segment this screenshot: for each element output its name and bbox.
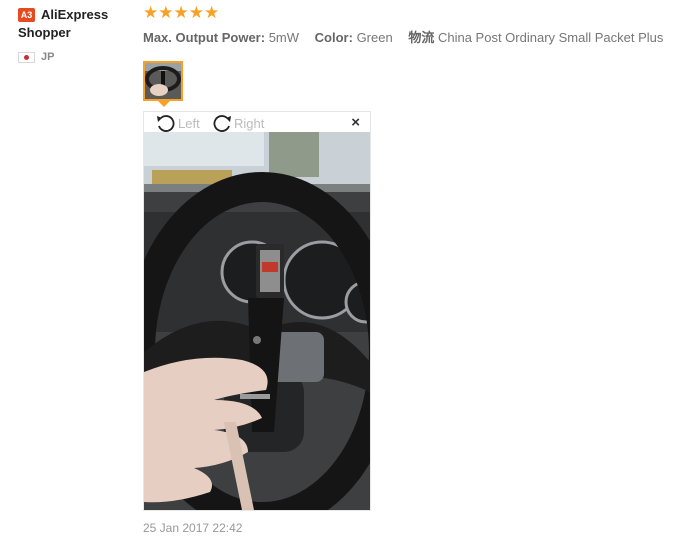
property-value: Green	[356, 30, 393, 45]
photo-viewer: Left Right ×	[143, 111, 371, 511]
property-shipping: 物流 China Post Ordinary Small Packet Plus	[408, 30, 664, 46]
rotate-left-label: Left	[178, 115, 200, 131]
close-icon[interactable]: ×	[351, 115, 360, 131]
property-value: 5mW	[268, 30, 300, 45]
rotate-left-button[interactable]: Left	[155, 113, 200, 133]
property-label: Max. Output Power:	[143, 30, 266, 45]
rotate-right-icon	[213, 115, 231, 132]
thumbnail-image	[145, 63, 181, 99]
thumbnail-selected-caret	[158, 101, 170, 107]
country-code: JP	[41, 51, 55, 63]
reviewer-country: JP	[18, 51, 138, 63]
japan-flag-icon	[18, 51, 35, 63]
review-photo-thumbnail[interactable]	[143, 61, 183, 101]
product-properties: Max. Output Power: 5mW Color: Green 物流 C…	[143, 27, 683, 46]
property-power: Max. Output Power: 5mW	[143, 30, 303, 45]
property-label: 物流	[408, 31, 435, 46]
star-rating: ★★★★★	[143, 3, 220, 22]
property-value: China Post Ordinary Small Packet Plus	[437, 30, 664, 45]
avatar: A3	[18, 8, 35, 22]
photo-viewer-toolbar: Left Right ×	[144, 112, 370, 134]
reviewer-info: A3 AliExpress Shopper JP	[18, 6, 138, 63]
property-label: Color:	[314, 30, 353, 45]
rotate-right-label: Right	[234, 115, 265, 131]
property-color: Color: Green	[315, 30, 397, 45]
review-body: ★★★★★ Max. Output Power: 5mW Color: Gree…	[143, 3, 683, 47]
review-photo	[144, 132, 370, 510]
reviewer-name-row: A3 AliExpress Shopper	[18, 6, 138, 42]
review-date: 25 Jan 2017 22:42	[143, 521, 243, 535]
review-photo-image	[144, 132, 370, 510]
rotate-left-icon	[157, 115, 175, 132]
rotate-right-button[interactable]: Right	[211, 113, 264, 133]
